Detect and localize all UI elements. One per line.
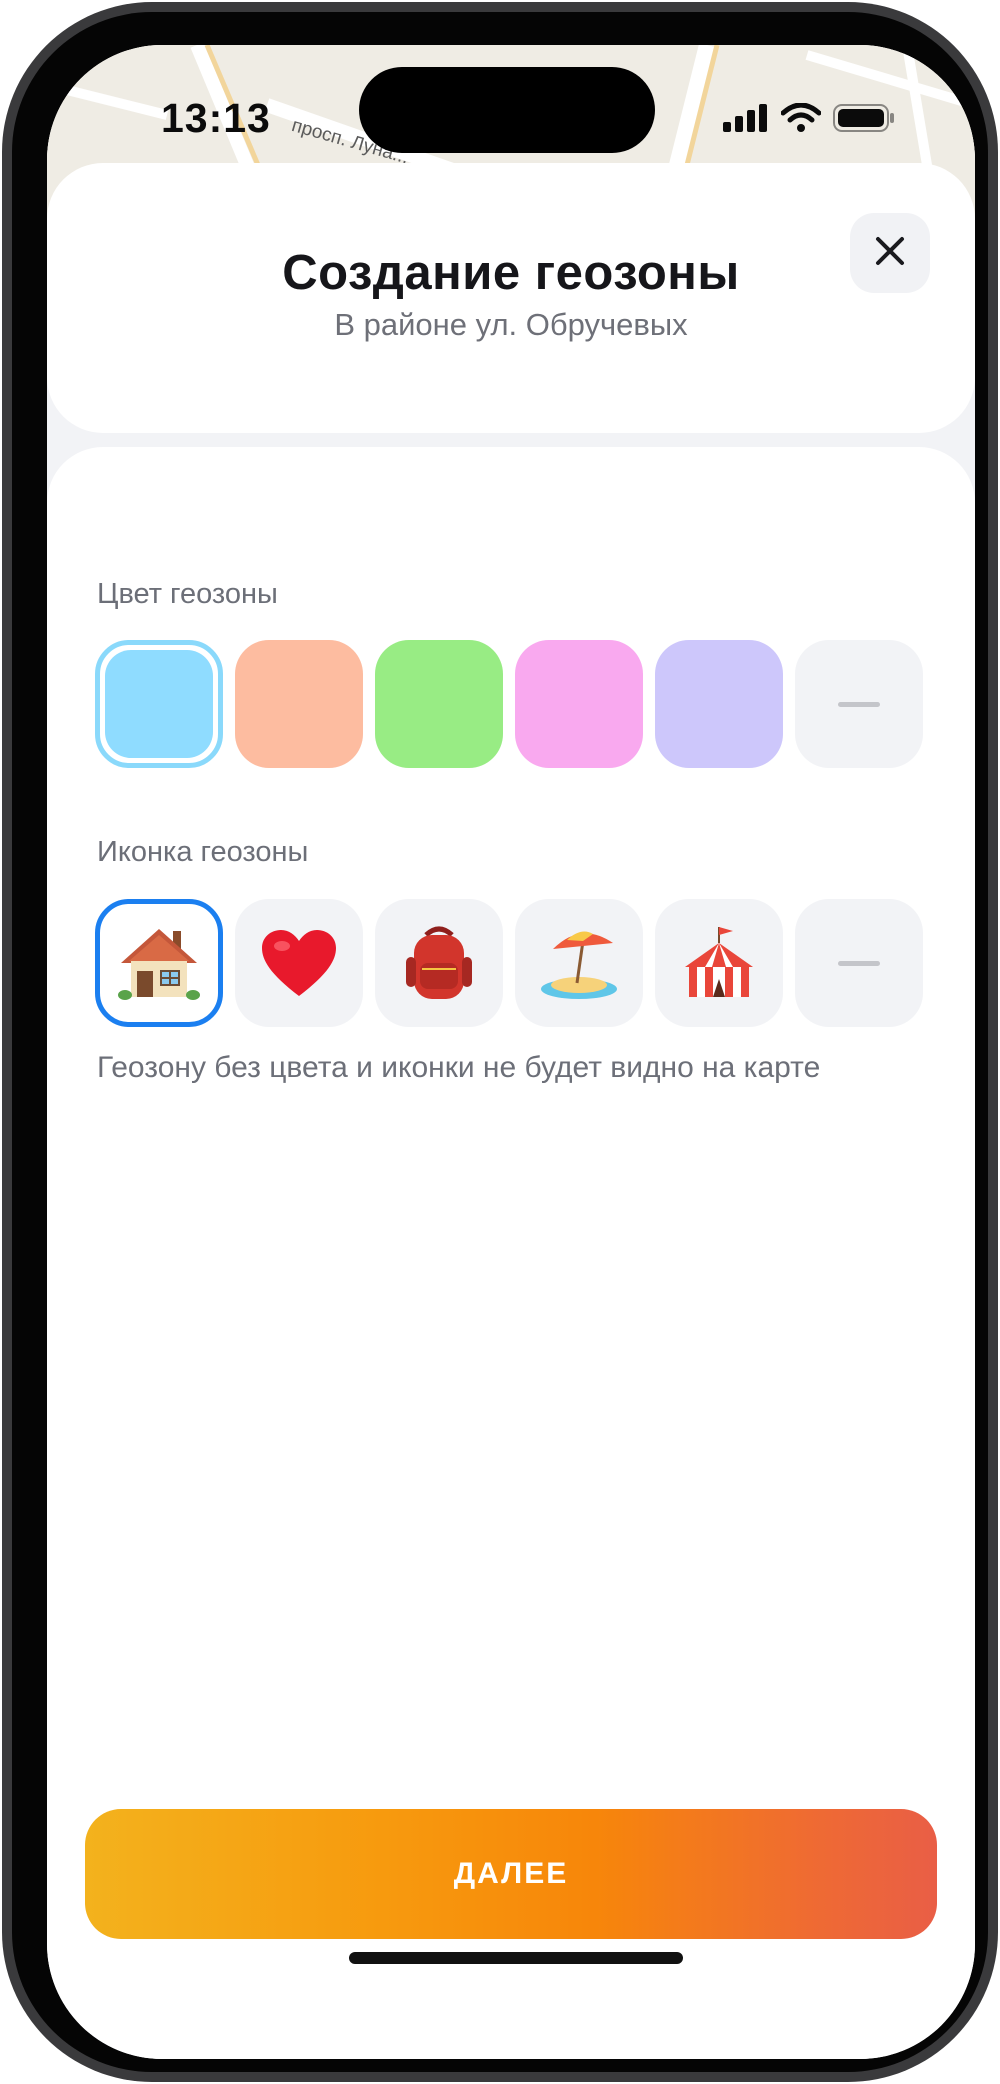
- heart-icon: [262, 930, 336, 996]
- page-title: Создание геозоны: [282, 246, 740, 300]
- color-swatch-peach[interactable]: [235, 640, 363, 768]
- status-icons: [723, 102, 895, 138]
- phone-bezel: просп. Луна... 13:13 Создание геозоны В …: [12, 12, 988, 2072]
- dynamic-island: [359, 67, 655, 153]
- beach-icon: [541, 931, 617, 999]
- icon-option-heart[interactable]: [235, 899, 363, 1027]
- color-swatch-fill: [105, 650, 213, 758]
- dash-icon: [838, 960, 880, 966]
- house-icon: [118, 929, 200, 1000]
- next-button[interactable]: ДАЛЕЕ: [85, 1809, 937, 1939]
- color-picker: [95, 640, 923, 768]
- icon-option-beach[interactable]: [515, 899, 643, 1027]
- page-subtitle: В районе ул. Обручевых: [334, 307, 688, 342]
- circus-tent-icon: [685, 927, 753, 997]
- color-swatch-pink[interactable]: [515, 640, 643, 768]
- battery-icon: [833, 104, 895, 137]
- close-button[interactable]: [850, 213, 930, 293]
- icon-option-backpack[interactable]: [375, 899, 503, 1027]
- next-button-label: ДАЛЕЕ: [453, 1857, 569, 1890]
- color-swatch-lavender[interactable]: [655, 640, 783, 768]
- icon-option-house[interactable]: [95, 899, 223, 1027]
- screen: просп. Луна... 13:13 Создание геозоны В …: [47, 45, 975, 2059]
- icon-picker: [95, 899, 923, 1027]
- cellular-signal-icon: [723, 104, 769, 137]
- close-icon: [874, 235, 906, 272]
- color-swatch-blue[interactable]: [95, 640, 223, 768]
- status-time: 13:13: [161, 95, 271, 141]
- icon-option-circus[interactable]: [655, 899, 783, 1027]
- phone-frame: просп. Луна... 13:13 Создание геозоны В …: [2, 2, 998, 2082]
- wifi-icon: [780, 102, 822, 138]
- color-swatch-green[interactable]: [375, 640, 503, 768]
- backpack-icon: [406, 926, 472, 999]
- color-section-label: Цвет геозоны: [97, 578, 278, 610]
- color-swatch-none[interactable]: [795, 640, 923, 768]
- icon-option-none[interactable]: [795, 899, 923, 1027]
- dash-icon: [838, 701, 880, 707]
- icon-section-label: Иконка геозоны: [97, 836, 309, 868]
- hint-text: Геозону без цвета и иконки не будет видн…: [97, 1051, 821, 1084]
- home-indicator: [349, 1952, 683, 1964]
